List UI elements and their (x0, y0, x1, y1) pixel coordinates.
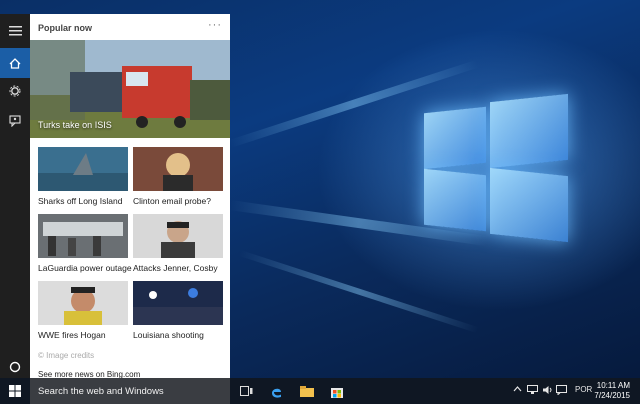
task-view-button[interactable] (231, 378, 261, 404)
news-caption: WWE fires Hogan (38, 330, 106, 340)
light-beam (239, 250, 479, 334)
news-caption: LaGuardia power outage (38, 263, 132, 273)
speaker-icon (543, 386, 552, 394)
file-explorer-button[interactable] (292, 378, 322, 404)
cortana-news-panel: Popular now ··· Turks take on ISIS Shark… (30, 14, 230, 378)
search-box[interactable]: Search the web and Windows (30, 378, 230, 404)
news-tile[interactable]: Clinton email probe? (133, 147, 223, 209)
news-caption: Louisiana shooting (133, 330, 204, 340)
settings-button[interactable] (0, 76, 30, 106)
news-thumbnail (133, 214, 223, 258)
panel-header: Popular now ··· (30, 14, 230, 40)
section-title: Popular now (38, 23, 92, 33)
cortana-circle-icon (9, 361, 21, 373)
news-tile[interactable]: Louisiana shooting (133, 281, 223, 343)
language-indicator[interactable]: POR (575, 385, 592, 394)
gear-icon (9, 85, 21, 97)
news-tile[interactable]: LaGuardia power outage (38, 214, 132, 276)
windows-start-icon (9, 385, 21, 397)
start-button[interactable] (0, 378, 30, 404)
start-rail (0, 14, 30, 378)
network-button[interactable] (527, 385, 538, 397)
news-caption: Sharks off Long Island (38, 196, 123, 206)
home-icon (9, 57, 21, 69)
more-options-button[interactable]: ··· (208, 19, 222, 31)
news-thumbnail (38, 214, 128, 258)
news-thumbnail (133, 147, 223, 191)
search-placeholder: Search the web and Windows (38, 386, 164, 397)
chevron-up-icon (513, 386, 522, 392)
hamburger-menu-button[interactable] (0, 16, 30, 46)
taskbar: Search the web and Windows POR 10:11 AM … (0, 378, 640, 404)
news-tile[interactable]: Sharks off Long Island (38, 147, 128, 209)
clock-date: 7/24/2015 (594, 391, 630, 400)
clock-time: 10:11 AM (596, 381, 630, 390)
network-icon (527, 385, 538, 394)
message-icon (556, 385, 567, 396)
feedback-icon (9, 115, 21, 127)
volume-button[interactable] (542, 385, 553, 397)
more-news-link[interactable]: See more news on Bing.com (38, 370, 140, 378)
home-button[interactable] (0, 48, 30, 78)
image-credits-link[interactable]: © Image credits (38, 351, 94, 360)
store-button[interactable] (322, 378, 352, 404)
news-tile[interactable]: WWE fires Hogan (38, 281, 128, 343)
news-thumbnail (38, 281, 128, 325)
system-clock[interactable]: 10:11 AM 7/24/2015 (594, 381, 630, 401)
hamburger-icon (8, 26, 22, 36)
action-center-button[interactable] (556, 385, 567, 397)
task-view-icon (239, 386, 252, 396)
edge-icon (271, 388, 281, 398)
news-tile[interactable]: Attacks Jenner, Cosby (133, 214, 223, 276)
tray-overflow-button[interactable] (513, 385, 522, 395)
windows-logo-wallpaper (418, 93, 570, 243)
edge-browser-button[interactable] (261, 378, 291, 404)
store-icon (331, 387, 343, 398)
news-caption: Attacks Jenner, Cosby (133, 263, 218, 273)
news-thumbnail (133, 281, 223, 325)
folder-icon (300, 385, 314, 397)
feedback-button[interactable] (0, 106, 30, 136)
hero-caption: Turks take on ISIS (38, 120, 112, 130)
hero-news-card[interactable]: Turks take on ISIS (30, 40, 230, 138)
news-caption: Clinton email probe? (133, 196, 211, 206)
news-thumbnail (38, 147, 128, 191)
